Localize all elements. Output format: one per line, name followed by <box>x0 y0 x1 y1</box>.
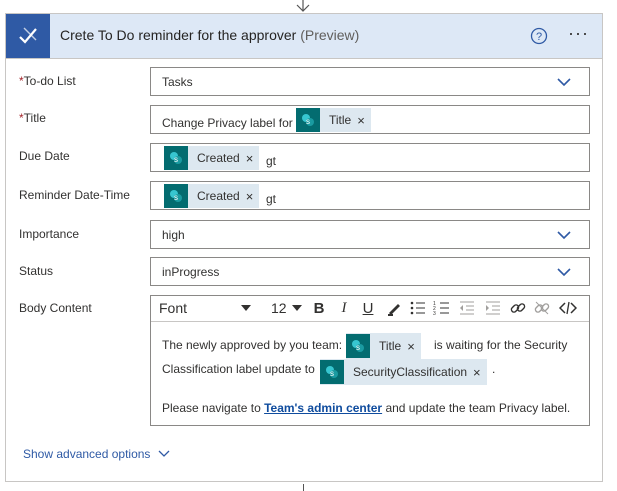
decrease-indent-icon[interactable] <box>458 299 476 317</box>
body-classification-token[interactable]: s SecurityClassification × <box>320 359 487 385</box>
card-header[interactable]: Crete To Do reminder for the approver (P… <box>6 14 602 59</box>
editor-toolbar: Font 12 B I U 123 <box>151 296 589 322</box>
title-label-text: Title <box>23 111 46 125</box>
svg-text:3: 3 <box>433 311 436 317</box>
action-card: Crete To Do reminder for the approver (P… <box>5 13 603 482</box>
importance-dropdown[interactable]: high <box>150 220 590 249</box>
sharepoint-icon: s <box>346 334 370 358</box>
token-label: Title <box>379 339 402 353</box>
body-line3-suffix: and update the team Privacy label. <box>385 401 571 415</box>
status-label: Status <box>19 264 54 278</box>
svg-text:s: s <box>330 369 334 378</box>
status-value: inProgress <box>162 265 220 279</box>
admin-center-link[interactable]: Team's admin center <box>264 401 382 415</box>
bullet-list-icon[interactable] <box>409 299 427 317</box>
todo-check-icon <box>6 14 50 58</box>
reminder-input[interactable]: s Created × gt <box>150 181 590 210</box>
more-options-icon[interactable]: ··· <box>568 23 589 43</box>
card-title: Crete To Do reminder for the approver (P… <box>60 27 359 43</box>
link-icon[interactable] <box>509 299 527 317</box>
close-icon[interactable]: × <box>407 339 421 354</box>
increase-indent-icon[interactable] <box>484 299 502 317</box>
todo-list-value: Tasks <box>162 75 193 89</box>
created-token[interactable]: s Created × <box>164 184 260 208</box>
todo-list-label: *To-do List <box>19 74 76 88</box>
font-size-select[interactable]: 12 <box>271 300 287 316</box>
svg-text:?: ? <box>536 31 542 43</box>
due-date-suffix: gt <box>266 154 277 168</box>
body-content-editor[interactable]: Font 12 B I U 123 The newly approved by … <box>150 295 590 426</box>
sharepoint-icon: s <box>164 146 188 170</box>
token-label: Created <box>197 189 240 203</box>
sharepoint-icon: s <box>320 360 344 384</box>
body-line3-prefix: Please navigate to <box>162 401 261 415</box>
italic-icon[interactable]: I <box>335 299 353 317</box>
caret-down-icon[interactable] <box>241 305 251 311</box>
close-icon[interactable]: × <box>246 151 260 166</box>
svg-text:s: s <box>174 155 178 164</box>
highlight-pen-icon[interactable] <box>385 299 403 317</box>
title-prefix: Change Privacy label for <box>162 116 293 130</box>
arrow-down-icon <box>296 0 310 12</box>
close-icon[interactable]: × <box>473 365 487 380</box>
chevron-down-icon <box>158 450 170 457</box>
body-line3: Please navigate to Team's admin center a… <box>162 401 570 415</box>
todo-list-dropdown[interactable]: Tasks <box>150 67 590 96</box>
svg-text:s: s <box>356 343 360 352</box>
title-token[interactable]: s Title × <box>296 108 371 132</box>
due-date-label: Due Date <box>19 149 70 163</box>
importance-label: Importance <box>19 227 80 241</box>
importance-value: high <box>162 228 185 242</box>
body-line1-suffix: is waiting for the Security <box>434 338 568 352</box>
body-content-label: Body Content <box>19 301 92 315</box>
body-line2-suffix: . <box>492 362 496 376</box>
created-token[interactable]: s Created × <box>164 146 260 170</box>
due-date-input[interactable]: s Created × gt <box>150 143 590 172</box>
preview-tag: (Preview) <box>300 27 360 43</box>
token-label: Created <box>197 151 240 165</box>
token-label: Title <box>329 113 352 127</box>
chevron-down-icon[interactable] <box>556 264 572 280</box>
show-advanced-options-button[interactable]: Show advanced options <box>23 447 170 461</box>
reminder-suffix: gt <box>266 192 277 206</box>
svg-text:s: s <box>306 117 310 126</box>
unlink-icon[interactable] <box>533 299 551 317</box>
title-input[interactable]: Change Privacy label for s Title × <box>150 105 590 134</box>
help-icon[interactable]: ? <box>530 27 548 45</box>
sharepoint-icon: s <box>296 108 320 132</box>
status-dropdown[interactable]: inProgress <box>150 257 590 286</box>
caret-down-icon[interactable] <box>292 305 302 311</box>
todo-list-label-text: To-do List <box>23 74 76 88</box>
close-icon[interactable]: × <box>246 189 260 204</box>
svg-text:s: s <box>174 193 178 202</box>
token-label: SecurityClassification <box>353 365 468 379</box>
reminder-label: Reminder Date-Time <box>19 188 130 202</box>
font-select[interactable]: Font <box>159 300 187 316</box>
chevron-down-icon[interactable] <box>556 227 572 243</box>
sharepoint-icon: s <box>164 184 188 208</box>
title-label: *Title <box>19 111 46 125</box>
body-line1-prefix: The newly approved by you team: <box>162 338 343 352</box>
close-icon[interactable]: × <box>357 113 371 128</box>
bold-icon[interactable]: B <box>310 299 328 317</box>
chevron-down-icon[interactable] <box>556 74 572 90</box>
advanced-label: Show advanced options <box>23 447 151 461</box>
body-line2-prefix: Classification label update to <box>162 362 315 376</box>
underline-icon[interactable]: U <box>359 299 377 317</box>
numbered-list-icon[interactable]: 123 <box>433 299 451 317</box>
code-view-icon[interactable] <box>559 299 577 317</box>
card-title-text: Crete To Do reminder for the approver <box>60 27 297 43</box>
body-title-token[interactable]: s Title × <box>346 333 421 359</box>
connector-line <box>303 484 304 491</box>
